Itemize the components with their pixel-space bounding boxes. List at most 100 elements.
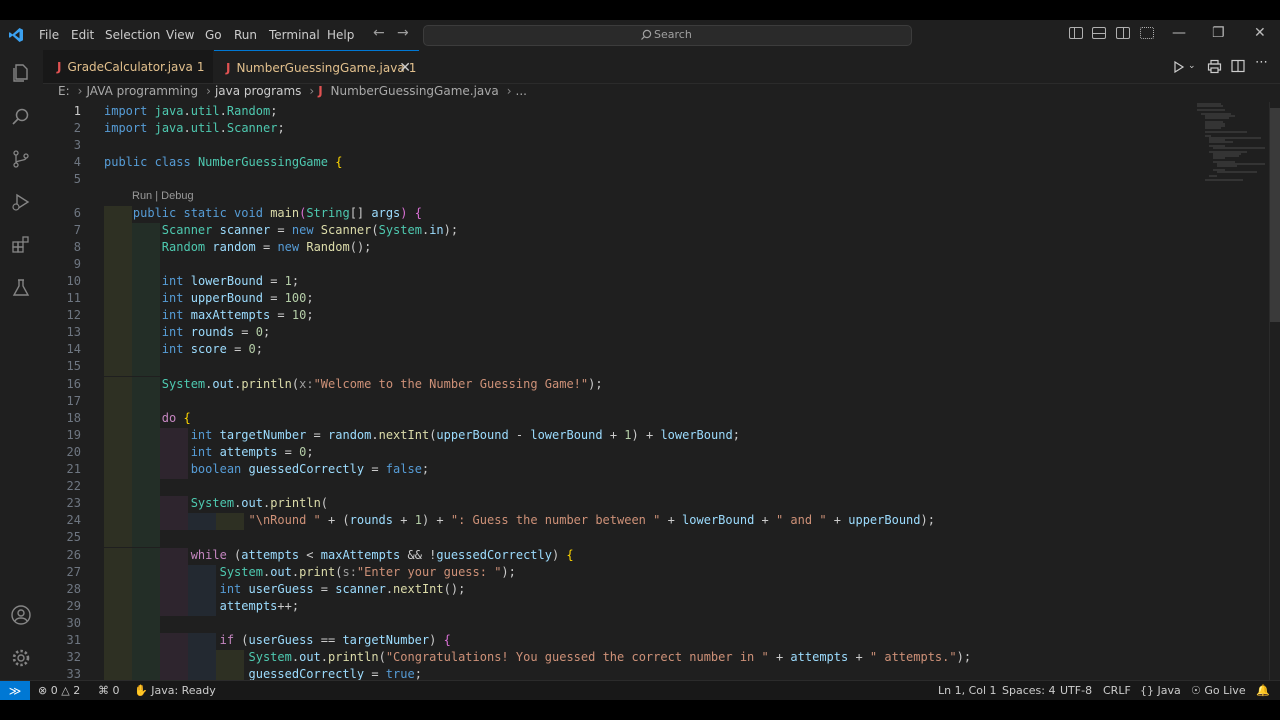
run-debug-codelens[interactable]: Run | Debug	[132, 190, 194, 202]
menu-view[interactable]: View	[166, 28, 194, 42]
code-line[interactable]: int rounds = 0;	[104, 325, 270, 339]
end-of-line[interactable]: CRLF	[1103, 684, 1131, 697]
close-window-icon[interactable]: ✕	[1254, 25, 1266, 41]
java-file-icon: J	[318, 84, 323, 98]
toggle-panel-icon[interactable]	[1092, 27, 1106, 39]
java-status[interactable]: ✋ Java: Ready	[134, 684, 216, 697]
menu-selection[interactable]: Selection	[105, 28, 160, 42]
problems-indicator[interactable]: ⊗ 0 △ 2	[38, 684, 80, 697]
line-number: 30	[66, 615, 81, 630]
chevron-down-icon[interactable]: ⌄	[1188, 61, 1196, 71]
menu-edit[interactable]: Edit	[71, 28, 94, 42]
vscode-window: File Edit Selection View Go Run Terminal…	[0, 20, 1280, 700]
chevron-right-icon: ›	[309, 84, 315, 98]
encoding[interactable]: UTF-8	[1060, 684, 1092, 697]
line-number: 11	[66, 291, 81, 305]
accounts-icon[interactable]	[10, 604, 32, 626]
code-line[interactable]: int targetNumber = random.nextInt(upperB…	[104, 428, 740, 442]
arrow-left-icon[interactable]: ←	[373, 25, 385, 41]
code-line[interactable]: boolean guessedCorrectly = false;	[104, 462, 429, 476]
print-icon[interactable]	[1207, 59, 1222, 74]
code-line[interactable]: Random random = new Random();	[104, 240, 372, 254]
scrollbar-thumb[interactable]	[1270, 108, 1280, 322]
indent-guide	[104, 479, 132, 497]
menu-file[interactable]: File	[39, 28, 59, 42]
menu-terminal[interactable]: Terminal	[269, 28, 320, 42]
line-number: 26	[66, 547, 81, 562]
line-number: 4	[73, 155, 81, 170]
status-bar: ≫ ⊗ 0 △ 2 ⌘ 0 ✋ Java: Ready Ln 1, Col 1 …	[0, 680, 1280, 700]
indentation[interactable]: Spaces: 4	[1002, 684, 1055, 697]
toggle-secondary-sidebar-icon[interactable]	[1116, 27, 1130, 39]
menu-run[interactable]: Run	[234, 28, 257, 42]
menu-help[interactable]: Help	[327, 28, 354, 42]
code-line[interactable]: public static void main(String[] args) {	[104, 206, 422, 220]
line-number: 21	[66, 462, 81, 476]
ports-indicator[interactable]: ⌘ 0	[98, 684, 120, 697]
code-line[interactable]: guessedCorrectly = true;	[104, 667, 422, 680]
testing-flask-icon[interactable]	[10, 277, 32, 299]
arrow-right-icon[interactable]: →	[397, 25, 409, 41]
breadcrumb-drive[interactable]: E:	[58, 84, 70, 98]
code-line[interactable]: int upperBound = 100;	[104, 291, 314, 305]
command-center-search[interactable]: Search	[423, 25, 912, 46]
line-number: 18	[66, 410, 81, 425]
code-line[interactable]: int userGuess = scanner.nextInt();	[104, 582, 466, 596]
vscode-logo-icon	[9, 28, 23, 42]
breadcrumb-file[interactable]: NumberGuessingGame.java	[331, 84, 499, 98]
chevron-right-icon: ›	[206, 84, 211, 98]
warning-count: 2	[73, 684, 81, 697]
run-java-icon[interactable]	[1173, 61, 1185, 73]
minimap[interactable]	[1195, 102, 1267, 202]
line-number: 7	[73, 222, 81, 237]
minimize-icon[interactable]: —	[1172, 25, 1186, 41]
code-line[interactable]: import java.util.Scanner;	[104, 121, 285, 135]
line-number: 27	[66, 564, 81, 579]
run-debug-icon[interactable]	[10, 191, 32, 213]
code-line[interactable]: System.out.print(s:"Enter your guess: ")…	[104, 565, 516, 579]
customize-layout-icon[interactable]	[1140, 27, 1154, 39]
code-line[interactable]: Scanner scanner = new Scanner(System.in)…	[104, 223, 458, 237]
search-icon[interactable]	[10, 106, 32, 128]
code-line[interactable]: if (userGuess == targetNumber) {	[104, 633, 451, 647]
code-line[interactable]: while (attempts < maxAttempts && !guesse…	[104, 548, 574, 562]
code-line[interactable]: int maxAttempts = 10;	[104, 308, 314, 322]
thumbs-up-icon: ✋	[134, 684, 148, 697]
extensions-icon[interactable]	[10, 234, 32, 256]
line-number: 16	[66, 376, 81, 391]
remote-indicator-icon[interactable]: ≫	[0, 681, 30, 700]
split-editor-icon[interactable]	[1231, 59, 1245, 73]
breadcrumb-subfolder[interactable]: java programs	[215, 84, 301, 98]
toggle-primary-sidebar-icon[interactable]	[1069, 27, 1083, 39]
code-editor[interactable]: 1 import java.util.Random; 2 import java.ut…	[43, 102, 1269, 680]
code-line[interactable]: do {	[104, 411, 191, 425]
more-actions-icon[interactable]: ⋯	[1255, 55, 1268, 70]
code-line[interactable]: System.out.println(x:"Welcome to the Num…	[104, 377, 603, 391]
code-line[interactable]: int score = 0;	[104, 342, 263, 356]
cursor-position[interactable]: Ln 1, Col 1	[938, 684, 997, 697]
code-line[interactable]: "\nRound " + (rounds + 1) + ": Guess the…	[104, 513, 935, 527]
source-control-icon[interactable]	[10, 148, 32, 170]
breadcrumb-folder[interactable]: JAVA programming	[86, 84, 198, 98]
code-line[interactable]: public class NumberGuessingGame {	[104, 155, 342, 169]
notifications-bell-icon[interactable]: 🔔	[1256, 684, 1270, 697]
go-live-label: Go Live	[1204, 684, 1246, 697]
code-line[interactable]: System.out.println(	[104, 496, 328, 510]
tab-numberguessinggame[interactable]: J NumberGuessingGame.java 1 ✕	[214, 50, 419, 83]
explorer-icon[interactable]	[10, 62, 32, 84]
code-line[interactable]: int lowerBound = 1;	[104, 274, 299, 288]
error-count: 0	[50, 684, 58, 697]
code-line[interactable]: import java.util.Random;	[104, 104, 277, 118]
line-number: 8	[73, 239, 81, 254]
language-mode[interactable]: {} Java	[1140, 684, 1181, 697]
menu-go[interactable]: Go	[205, 28, 222, 42]
close-tab-icon[interactable]: ✕	[399, 51, 411, 85]
code-line[interactable]: int attempts = 0;	[104, 445, 314, 459]
code-line[interactable]: System.out.println("Congratulations! You…	[104, 650, 972, 664]
settings-gear-icon[interactable]	[10, 647, 32, 669]
go-live-button[interactable]: ☉ Go Live	[1191, 684, 1246, 697]
tab-gradecalculator[interactable]: J GradeCalculator.java 1	[43, 50, 213, 83]
breadcrumb-symbol[interactable]: ...	[516, 84, 527, 98]
code-line[interactable]: attempts++;	[104, 599, 299, 613]
restore-icon[interactable]: ❐	[1212, 25, 1225, 41]
